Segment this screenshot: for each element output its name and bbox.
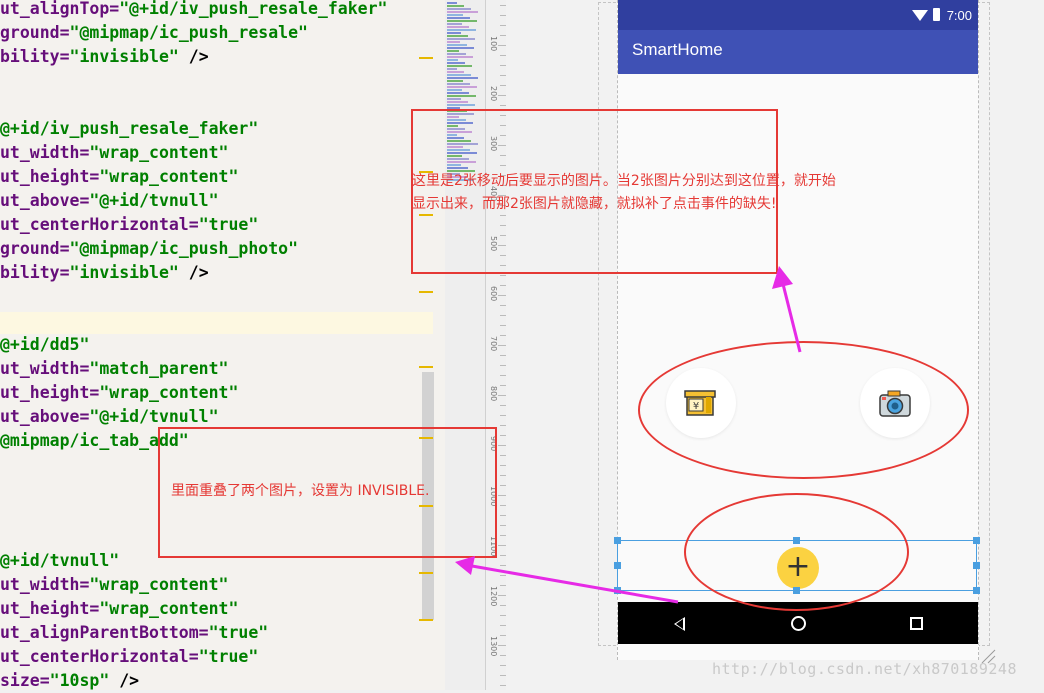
watermark: http://blog.csdn.net/xh870189248 — [712, 660, 1017, 678]
arrow-to-left-box — [455, 556, 679, 604]
arrow-to-top-box — [772, 266, 802, 353]
annotation-arrows — [455, 266, 802, 604]
